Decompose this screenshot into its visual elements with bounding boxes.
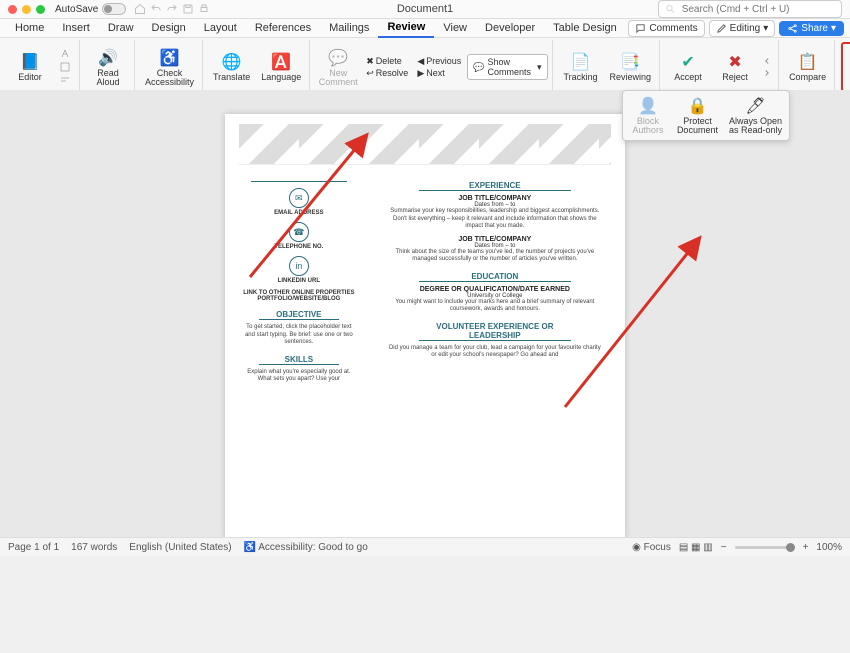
tab-insert[interactable]: Insert [53, 19, 99, 37]
language-button[interactable]: 🅰️Language [257, 42, 305, 92]
share-button[interactable]: Share▾ [779, 21, 844, 36]
email-icon: ✉ [289, 188, 309, 208]
share-icon [787, 23, 798, 34]
job-body-1: Summarise your key responsibilities, lea… [387, 208, 603, 231]
editor-button[interactable]: 📘Editor [8, 42, 52, 92]
tab-design[interactable]: Design [143, 19, 195, 37]
toggle-icon[interactable] [102, 3, 126, 15]
comments-button[interactable]: Comments [628, 20, 704, 37]
linkedin-label: LINKEDIN URL [239, 278, 359, 284]
search-icon [665, 3, 676, 15]
close-icon[interactable] [8, 5, 17, 14]
job-title-1: JOB TITLE/COMPANY [379, 195, 611, 202]
resume-header-graphic [239, 124, 611, 165]
word-count[interactable]: 167 words [71, 542, 117, 553]
tab-developer[interactable]: Developer [476, 19, 544, 37]
reviewing-button[interactable]: 📑Reviewing [606, 42, 656, 92]
pencil-icon [716, 23, 727, 34]
protect-button[interactable]: 🔒Protect [841, 42, 850, 92]
next-change-icon[interactable] [760, 68, 774, 78]
status-bar: Page 1 of 1 167 words English (United St… [0, 537, 850, 556]
show-comments-button[interactable]: 💬Show Comments▾ [467, 54, 547, 80]
document-canvas[interactable]: ✉ EMAIL ADDRESS ☎ TELEPHONE NO. in LINKE… [0, 90, 850, 538]
print-icon[interactable] [198, 3, 210, 15]
protect-submenu: 👤Block Authors 🔒Protect Document 🖊Always… [622, 90, 790, 141]
email-label: EMAIL ADDRESS [239, 210, 359, 216]
prev-change-icon[interactable] [760, 56, 774, 66]
objective-body: To get started, click the placeholder te… [243, 324, 355, 347]
tab-mailings[interactable]: Mailings [320, 19, 378, 37]
next-comment-button: ▶Next [414, 68, 464, 79]
education-heading: EDUCATION [419, 272, 571, 282]
document-title: Document1 [397, 3, 453, 15]
resolve-comment-button: ↩Resolve [363, 68, 411, 79]
tab-home[interactable]: Home [6, 19, 53, 37]
spelling-icon[interactable] [57, 48, 73, 60]
accept-button[interactable]: ✔Accept [666, 42, 710, 92]
reject-button[interactable]: ✖Reject [713, 42, 757, 92]
page[interactable]: ✉ EMAIL ADDRESS ☎ TELEPHONE NO. in LINKE… [225, 114, 625, 538]
zoom-slider[interactable] [735, 546, 795, 549]
tabs-bar: Home Insert Draw Design Layout Reference… [0, 19, 850, 38]
accessibility-indicator[interactable]: ♿ Accessibility: Good to go [244, 542, 368, 553]
volunteer-body: Did you manage a team for your club, lea… [387, 345, 603, 360]
skills-heading: SKILLS [259, 355, 339, 365]
language-indicator[interactable]: English (United States) [129, 542, 231, 553]
translate-button[interactable]: 🌐Translate [209, 42, 254, 92]
title-bar: AutoSave Document1 [0, 0, 850, 19]
tab-layout[interactable]: Layout [195, 19, 246, 37]
experience-heading: EXPERIENCE [419, 181, 571, 191]
check-accessibility-button[interactable]: ♿Check Accessibility [141, 42, 198, 92]
wordcount-icon[interactable] [57, 74, 73, 86]
page-indicator[interactable]: Page 1 of 1 [8, 542, 59, 553]
save-icon[interactable] [182, 3, 194, 15]
editing-button[interactable]: Editing▾ [709, 20, 776, 37]
tab-view[interactable]: View [434, 19, 476, 37]
comment-icon [635, 23, 646, 34]
volunteer-heading: VOLUNTEER EXPERIENCE OR LEADERSHIP [419, 322, 571, 341]
prev-comment-button: ◀Previous [414, 56, 464, 67]
read-aloud-button[interactable]: 🔊Read Aloud [86, 42, 130, 92]
search-input[interactable] [658, 0, 842, 18]
maximize-icon[interactable] [36, 5, 45, 14]
job-title-2: JOB TITLE/COMPANY [379, 236, 611, 243]
compare-button[interactable]: 📋Compare [785, 42, 830, 92]
protect-document-button[interactable]: 🔒Protect Document [673, 94, 722, 137]
block-authors-button: 👤Block Authors [626, 94, 670, 137]
portfolio-label: LINK TO OTHER ONLINE PROPERTIES PORTFOLI… [239, 290, 359, 302]
search-field[interactable] [680, 3, 835, 16]
always-open-readonly-button[interactable]: 🖊Always Open as Read-only [725, 94, 786, 137]
ribbon: 📘Editor 🔊Read Aloud ♿Check Accessibility… [0, 38, 850, 97]
window-controls [8, 5, 45, 14]
tab-review[interactable]: Review [378, 18, 434, 38]
education-body: You might want to include your marks her… [387, 299, 603, 314]
degree-title: DEGREE OR QUALIFICATION/DATE EARNED [379, 286, 611, 293]
thesaurus-icon[interactable] [57, 61, 73, 73]
undo-icon[interactable] [150, 3, 162, 15]
tab-draw[interactable]: Draw [99, 19, 143, 37]
objective-heading: OBJECTIVE [259, 310, 339, 320]
tab-table-design[interactable]: Table Design [544, 19, 626, 37]
tracking-button[interactable]: 📄Tracking [559, 42, 603, 92]
job-body-2: Think about the size of the teams you've… [387, 249, 603, 264]
linkedin-icon: in [289, 256, 309, 276]
autosave-toggle[interactable]: AutoSave [55, 3, 126, 15]
zoom-out-button[interactable]: − [721, 542, 727, 553]
minimize-icon[interactable] [22, 5, 31, 14]
phone-label: TELEPHONE NO. [239, 244, 359, 250]
tab-references[interactable]: References [246, 19, 320, 37]
view-buttons[interactable]: ▤ ▦ ▥ [679, 542, 713, 553]
focus-button[interactable]: ◉ Focus [632, 542, 671, 553]
new-comment-button: 💬New Comment [316, 42, 360, 92]
redo-icon[interactable] [166, 3, 178, 15]
phone-icon: ☎ [289, 222, 309, 242]
home-icon[interactable] [134, 3, 146, 15]
skills-body: Explain what you're especially good at. … [243, 369, 355, 384]
zoom-level[interactable]: 100% [816, 542, 842, 553]
zoom-in-button[interactable]: + [803, 542, 809, 553]
delete-comment-button: ✖Delete [363, 56, 411, 67]
